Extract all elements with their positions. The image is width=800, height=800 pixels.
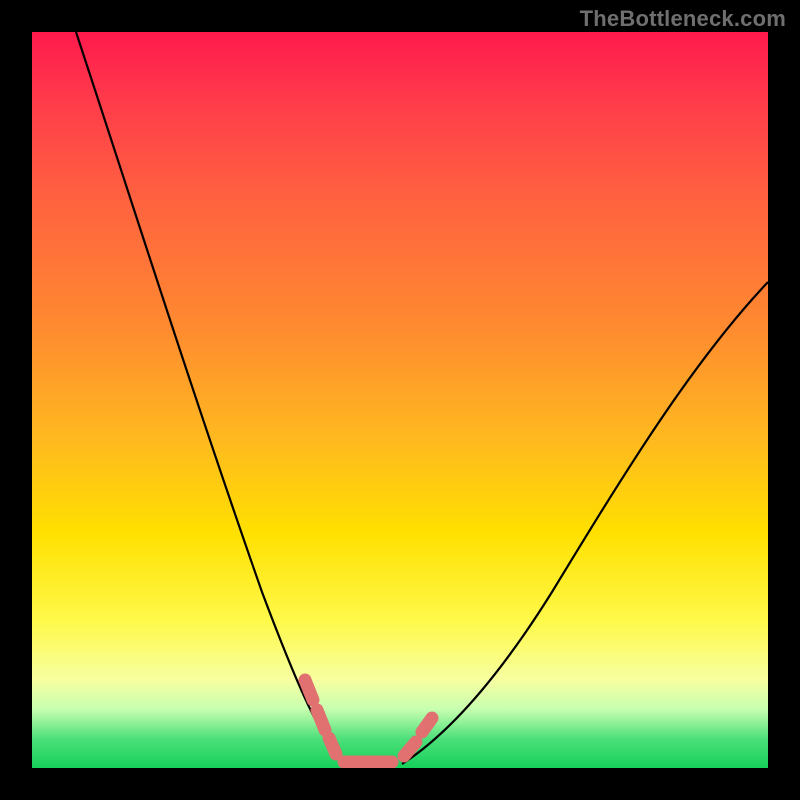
plot-area	[32, 32, 768, 768]
chart-frame: TheBottleneck.com	[0, 0, 800, 800]
curves-layer	[32, 32, 768, 768]
watermark-text: TheBottleneck.com	[580, 6, 786, 32]
curve-right	[402, 282, 768, 764]
optimal-markers	[305, 680, 432, 762]
curve-left	[76, 32, 342, 762]
